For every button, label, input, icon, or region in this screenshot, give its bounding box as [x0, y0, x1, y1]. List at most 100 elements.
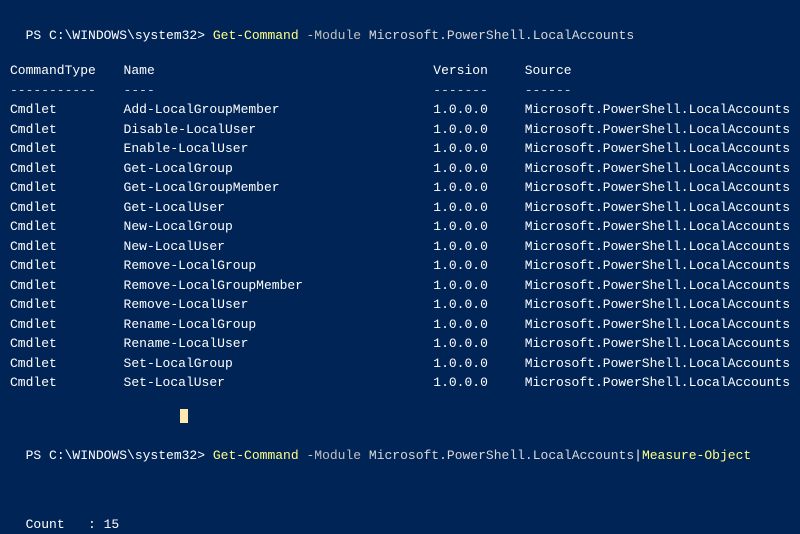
col-header-commandtype: CommandType [10, 61, 124, 81]
cell-source: Microsoft.PowerShell.LocalAccounts [525, 198, 790, 218]
table-row: CmdletGet-LocalUser1.0.0.0Microsoft.Powe… [10, 198, 790, 218]
cell-source: Microsoft.PowerShell.LocalAccounts [525, 276, 790, 296]
cell-version: 1.0.0.0 [433, 373, 524, 393]
cell-name: New-LocalUser [124, 237, 434, 257]
param-flag: -Module [299, 28, 369, 43]
cell-source: Microsoft.PowerShell.LocalAccounts [525, 217, 790, 237]
cell-type: Cmdlet [10, 198, 124, 218]
cmdlet-name: Get-Command [213, 448, 299, 463]
measure-output: Count : 15 [10, 495, 790, 534]
cell-version: 1.0.0.0 [433, 354, 524, 374]
cell-type: Cmdlet [10, 237, 124, 257]
cell-name: New-LocalGroup [124, 217, 434, 237]
cursor-icon [180, 409, 188, 423]
param-arg: Microsoft.PowerShell.LocalAccounts [369, 448, 634, 463]
table-row: CmdletDisable-LocalUser1.0.0.0Microsoft.… [10, 120, 790, 140]
cell-type: Cmdlet [10, 159, 124, 179]
command-line-2[interactable]: PS C:\WINDOWS\system32> Get-Command -Mod… [10, 426, 790, 465]
col-header-version: Version [433, 61, 524, 81]
cell-source: Microsoft.PowerShell.LocalAccounts [525, 139, 790, 159]
cell-name: Add-LocalGroupMember [124, 100, 434, 120]
cell-type: Cmdlet [10, 354, 124, 374]
table-row: CmdletRemove-LocalUser1.0.0.0Microsoft.P… [10, 295, 790, 315]
cell-version: 1.0.0.0 [433, 178, 524, 198]
table-row: CmdletNew-LocalGroup1.0.0.0Microsoft.Pow… [10, 217, 790, 237]
prompt-path: PS C:\WINDOWS\system32> [26, 448, 213, 463]
cell-name: Disable-LocalUser [124, 120, 434, 140]
cell-name: Enable-LocalUser [124, 139, 434, 159]
cell-type: Cmdlet [10, 276, 124, 296]
cell-source: Microsoft.PowerShell.LocalAccounts [525, 159, 790, 179]
table-row: CmdletRemove-LocalGroupMember1.0.0.0Micr… [10, 276, 790, 296]
cell-source: Microsoft.PowerShell.LocalAccounts [525, 315, 790, 335]
cell-version: 1.0.0.0 [433, 315, 524, 335]
cell-type: Cmdlet [10, 100, 124, 120]
cell-version: 1.0.0.0 [433, 276, 524, 296]
command-line-1[interactable]: PS C:\WINDOWS\system32> Get-Command -Mod… [10, 6, 790, 45]
pipe-icon: | [634, 448, 642, 463]
cell-source: Microsoft.PowerShell.LocalAccounts [525, 334, 790, 354]
cell-version: 1.0.0.0 [433, 198, 524, 218]
cell-version: 1.0.0.0 [433, 120, 524, 140]
cell-name: Set-LocalGroup [124, 354, 434, 374]
cell-version: 1.0.0.0 [433, 334, 524, 354]
count-label: Count : [26, 517, 104, 532]
cell-version: 1.0.0.0 [433, 217, 524, 237]
cell-name: Get-LocalGroupMember [124, 178, 434, 198]
cell-source: Microsoft.PowerShell.LocalAccounts [525, 178, 790, 198]
output-table: CommandType Name Version Source --------… [10, 61, 790, 393]
cell-name: Rename-LocalGroup [124, 315, 434, 335]
table-underline-row: ----------- ---- ------- ------ [10, 81, 790, 101]
cell-name: Get-LocalUser [124, 198, 434, 218]
table-row: CmdletRename-LocalGroup1.0.0.0Microsoft.… [10, 315, 790, 335]
spacer [10, 393, 790, 407]
cell-type: Cmdlet [10, 315, 124, 335]
cell-source: Microsoft.PowerShell.LocalAccounts [525, 100, 790, 120]
cell-source: Microsoft.PowerShell.LocalAccounts [525, 354, 790, 374]
cell-name: Remove-LocalGroupMember [124, 276, 434, 296]
cell-version: 1.0.0.0 [433, 100, 524, 120]
cell-type: Cmdlet [10, 373, 124, 393]
table-row: CmdletNew-LocalUser1.0.0.0Microsoft.Powe… [10, 237, 790, 257]
table-row: CmdletEnable-LocalUser1.0.0.0Microsoft.P… [10, 139, 790, 159]
prompt-path: PS C:\WINDOWS\system32> [26, 28, 213, 43]
table-row: CmdletRename-LocalUser1.0.0.0Microsoft.P… [10, 334, 790, 354]
cursor-line[interactable] [10, 407, 790, 427]
cell-source: Microsoft.PowerShell.LocalAccounts [525, 120, 790, 140]
cell-type: Cmdlet [10, 334, 124, 354]
col-header-source: Source [525, 61, 790, 81]
cell-name: Get-LocalGroup [124, 159, 434, 179]
table-row: CmdletGet-LocalGroup1.0.0.0Microsoft.Pow… [10, 159, 790, 179]
cell-type: Cmdlet [10, 120, 124, 140]
cell-version: 1.0.0.0 [433, 295, 524, 315]
cell-name: Rename-LocalUser [124, 334, 434, 354]
cell-version: 1.0.0.0 [433, 256, 524, 276]
cell-type: Cmdlet [10, 256, 124, 276]
cell-type: Cmdlet [10, 139, 124, 159]
underline: ------- [433, 81, 524, 101]
table-row: CmdletSet-LocalGroup1.0.0.0Microsoft.Pow… [10, 354, 790, 374]
cell-source: Microsoft.PowerShell.LocalAccounts [525, 295, 790, 315]
cell-type: Cmdlet [10, 178, 124, 198]
spacer [10, 481, 790, 495]
cell-name: Set-LocalUser [124, 373, 434, 393]
cell-name: Remove-LocalUser [124, 295, 434, 315]
underline: ---- [124, 81, 434, 101]
underline: ----------- [10, 81, 124, 101]
table-row: CmdletRemove-LocalGroup1.0.0.0Microsoft.… [10, 256, 790, 276]
table-header-row: CommandType Name Version Source [10, 61, 790, 81]
cell-source: Microsoft.PowerShell.LocalAccounts [525, 256, 790, 276]
underline: ------ [525, 81, 790, 101]
cell-source: Microsoft.PowerShell.LocalAccounts [525, 373, 790, 393]
cell-version: 1.0.0.0 [433, 139, 524, 159]
cell-version: 1.0.0.0 [433, 159, 524, 179]
cmdlet-name: Measure-Object [642, 448, 751, 463]
cell-name: Remove-LocalGroup [124, 256, 434, 276]
cell-version: 1.0.0.0 [433, 237, 524, 257]
param-arg: Microsoft.PowerShell.LocalAccounts [369, 28, 634, 43]
table-row: CmdletGet-LocalGroupMember1.0.0.0Microso… [10, 178, 790, 198]
param-flag: -Module [299, 448, 369, 463]
cmdlet-name: Get-Command [213, 28, 299, 43]
table-row: CmdletSet-LocalUser1.0.0.0Microsoft.Powe… [10, 373, 790, 393]
cell-type: Cmdlet [10, 295, 124, 315]
